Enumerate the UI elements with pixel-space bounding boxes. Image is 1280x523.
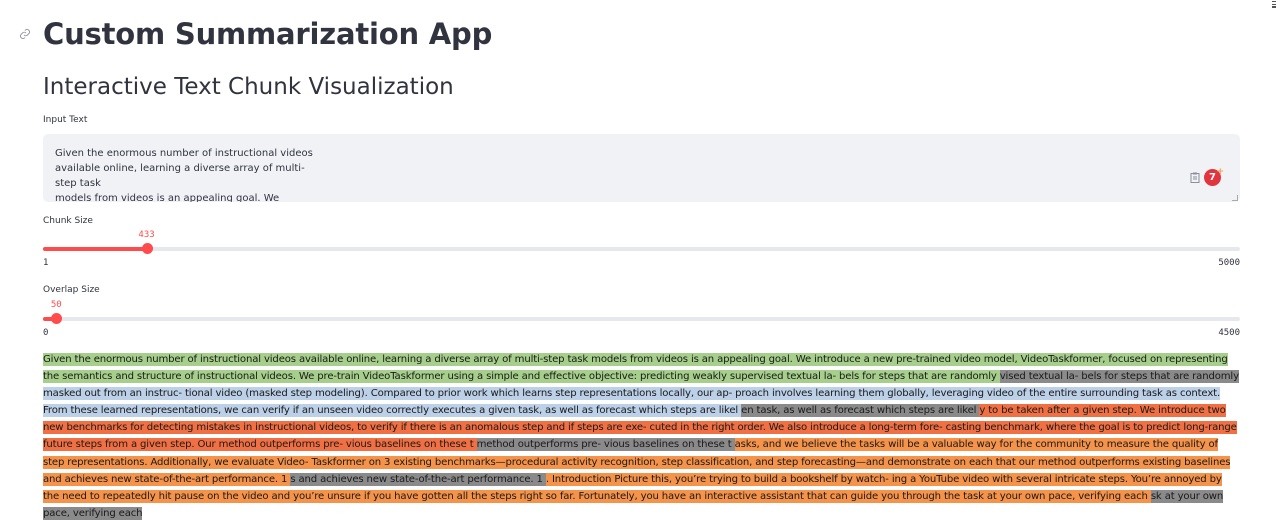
slider-min: 1 <box>43 258 49 268</box>
slider-thumb[interactable] <box>51 313 63 324</box>
chunk-gray: vised textual la- bels for steps that ar… <box>999 370 1239 384</box>
input-text-label: Input Text <box>43 115 88 125</box>
chunk-visualization: Given the enormous number of instruction… <box>43 351 1240 523</box>
resize-handle[interactable] <box>1232 195 1238 201</box>
slider-max: 4500 <box>1218 328 1240 338</box>
chunk-gray: en task, as well as forecast which steps… <box>741 404 980 418</box>
clipboard-icon[interactable] <box>1190 172 1200 183</box>
slider-max: 5000 <box>1218 258 1240 268</box>
slider-thumb[interactable] <box>141 243 153 254</box>
slider-track[interactable]: 50 <box>43 300 1240 324</box>
slider-track[interactable]: 433 <box>43 230 1240 254</box>
grammarly-icon[interactable]: 7 + <box>1204 167 1224 186</box>
menu-icon[interactable] <box>1272 0 1278 8</box>
chunk-gray: s and achieves new state-of-the-art perf… <box>290 472 546 486</box>
chunk-size-label: Chunk Size <box>43 216 93 226</box>
slider-min: 0 <box>43 328 49 338</box>
slider-value: 50 <box>50 300 62 310</box>
link-icon[interactable] <box>19 28 31 40</box>
chunk-size-slider[interactable]: 433 1 5000 <box>43 230 1240 279</box>
page-subtitle: Interactive Text Chunk Visualization <box>43 74 454 100</box>
input-text-area[interactable]: Given the enormous number of instruction… <box>43 134 1240 202</box>
slider-value: 433 <box>138 230 155 240</box>
slider-fill <box>43 247 147 251</box>
overlap-size-slider[interactable]: 50 0 4500 <box>43 300 1240 349</box>
input-text-value[interactable]: Given the enormous number of instruction… <box>55 146 325 202</box>
overlap-size-label: Overlap Size <box>43 285 100 295</box>
page-title: Custom Summarization App <box>43 17 493 51</box>
chunk-gray: method outperforms pre- vious baselines … <box>476 438 735 452</box>
